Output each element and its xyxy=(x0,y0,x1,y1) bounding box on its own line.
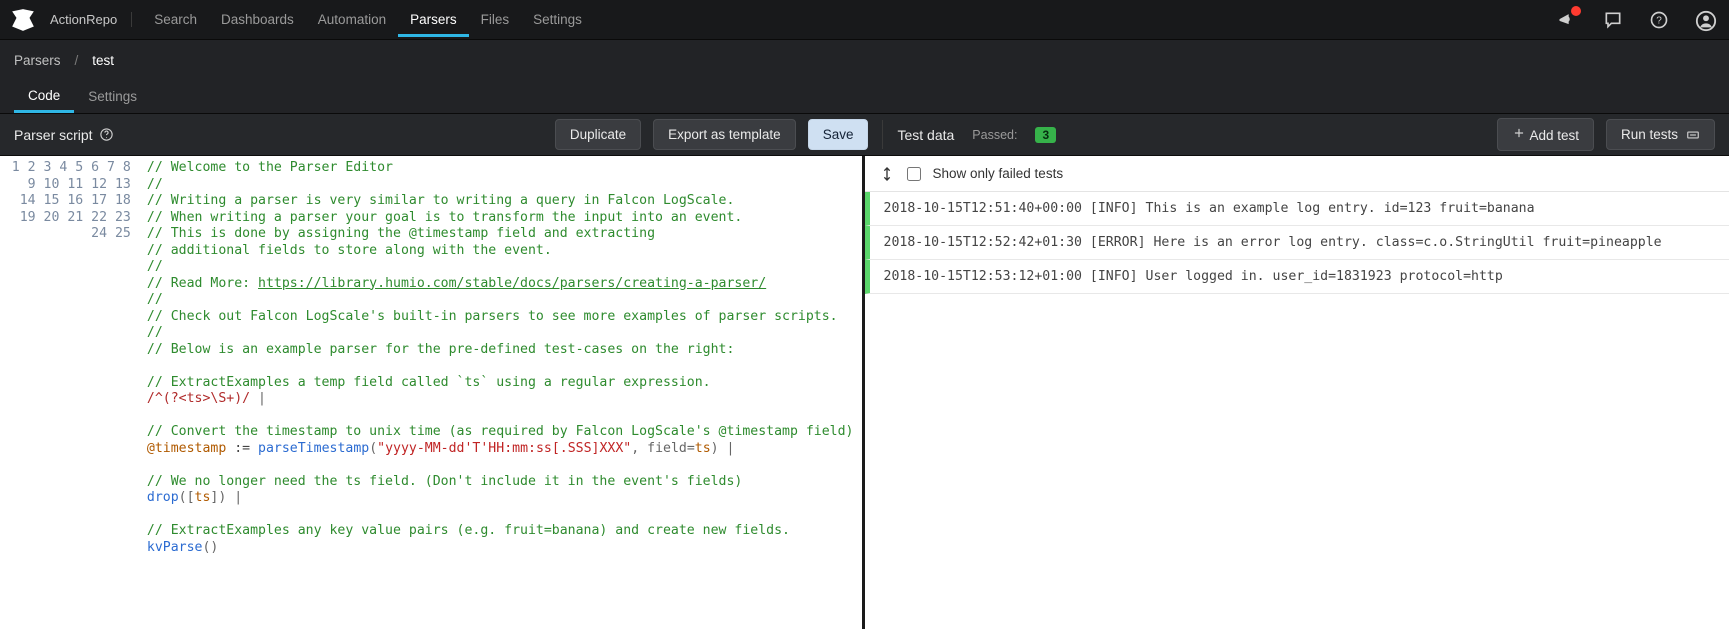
main-nav: SearchDashboardsAutomationParsersFilesSe… xyxy=(142,2,594,37)
top-nav-bar: ActionRepo SearchDashboardsAutomationPar… xyxy=(0,0,1729,40)
test-list: 2018-10-15T12:51:40+00:00 [INFO] This is… xyxy=(865,192,1729,629)
nav-item-search[interactable]: Search xyxy=(142,2,209,37)
nav-item-dashboards[interactable]: Dashboards xyxy=(209,2,306,37)
run-tests-label: Run tests xyxy=(1621,127,1678,142)
nav-item-files[interactable]: Files xyxy=(469,2,522,37)
line-gutter: 1 2 3 4 5 6 7 8 9 10 11 12 13 14 15 16 1… xyxy=(0,156,139,629)
tab-settings[interactable]: Settings xyxy=(74,80,151,113)
test-data-pane: Show only failed tests 2018-10-15T12:51:… xyxy=(865,156,1729,629)
user-avatar-icon[interactable] xyxy=(1695,10,1715,30)
sub-tabs: CodeSettings xyxy=(0,80,1729,114)
nav-item-automation[interactable]: Automation xyxy=(306,2,398,37)
notification-badge xyxy=(1571,6,1581,16)
breadcrumb-root[interactable]: Parsers xyxy=(14,53,61,68)
breadcrumb-separator: / xyxy=(75,53,79,68)
plus-icon xyxy=(1512,126,1526,140)
export-template-button[interactable]: Export as template xyxy=(653,119,796,150)
test-row[interactable]: 2018-10-15T12:51:40+00:00 [INFO] This is… xyxy=(865,192,1729,226)
parser-script-label: Parser script xyxy=(14,127,114,143)
toolbar: Parser script Duplicate Export as templa… xyxy=(0,114,1729,156)
code-area[interactable]: // Welcome to the Parser Editor // // Wr… xyxy=(139,156,862,629)
passed-count-badge: 3 xyxy=(1035,127,1056,143)
breadcrumb-current: test xyxy=(92,53,114,68)
save-button[interactable]: Save xyxy=(808,119,869,150)
test-data-label: Test data xyxy=(897,127,954,143)
add-test-button[interactable]: Add test xyxy=(1497,118,1594,151)
brand-logo-icon xyxy=(10,7,36,33)
nav-item-settings[interactable]: Settings xyxy=(521,2,594,37)
add-test-label: Add test xyxy=(1529,128,1579,143)
nav-item-parsers[interactable]: Parsers xyxy=(398,2,469,37)
keyboard-icon xyxy=(1686,128,1700,142)
tab-code[interactable]: Code xyxy=(14,80,74,113)
help-icon[interactable]: ? xyxy=(1649,10,1669,30)
run-tests-button[interactable]: Run tests xyxy=(1606,119,1715,150)
help-circle-icon[interactable] xyxy=(99,127,114,142)
code-editor-pane[interactable]: 1 2 3 4 5 6 7 8 9 10 11 12 13 14 15 16 1… xyxy=(0,156,865,629)
duplicate-button[interactable]: Duplicate xyxy=(555,119,641,150)
expand-collapse-icon[interactable] xyxy=(879,166,895,182)
test-row[interactable]: 2018-10-15T12:52:42+01:30 [ERROR] Here i… xyxy=(865,226,1729,260)
breadcrumb: Parsers / test xyxy=(0,40,1729,80)
passed-label: Passed: xyxy=(972,128,1017,142)
toolbar-divider xyxy=(882,120,883,149)
svg-text:?: ? xyxy=(1656,15,1662,26)
content-row: 1 2 3 4 5 6 7 8 9 10 11 12 13 14 15 16 1… xyxy=(0,156,1729,629)
chat-icon[interactable] xyxy=(1603,10,1623,30)
parser-script-title-text: Parser script xyxy=(14,127,93,143)
announcements-icon[interactable] xyxy=(1557,10,1577,30)
show-only-failed-checkbox[interactable] xyxy=(907,167,921,181)
test-row[interactable]: 2018-10-15T12:53:12+01:00 [INFO] User lo… xyxy=(865,260,1729,294)
repo-name[interactable]: ActionRepo xyxy=(50,12,132,27)
show-only-failed-label: Show only failed tests xyxy=(933,166,1064,181)
test-controls: Show only failed tests xyxy=(865,156,1729,192)
